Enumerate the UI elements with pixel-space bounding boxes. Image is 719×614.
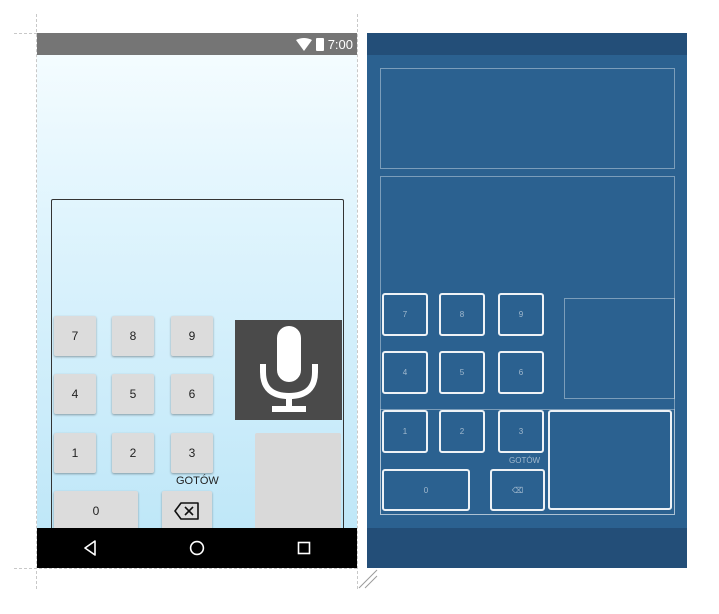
blueprint-ok-label: GOTÓW	[509, 456, 541, 465]
blueprint-status-bar	[367, 33, 687, 55]
resize-handle-icon[interactable]	[357, 568, 379, 590]
blueprint-key-6: 6	[498, 351, 544, 394]
nav-home-button[interactable]	[177, 533, 217, 563]
key-2[interactable]: 2	[112, 433, 154, 473]
backspace-icon	[174, 502, 199, 520]
wifi-icon	[295, 37, 312, 51]
status-clock: 7:00	[327, 36, 353, 52]
blueprint-key-2: 2	[439, 410, 485, 453]
guide-line-right	[357, 14, 358, 589]
blueprint-key-7: 7	[382, 293, 428, 336]
blueprint-key-4: 4	[382, 351, 428, 394]
blueprint-ok-area	[548, 410, 672, 510]
navigation-bar	[37, 528, 357, 568]
key-3[interactable]: 3	[171, 433, 213, 473]
back-triangle-icon	[84, 540, 97, 556]
microphone-icon	[259, 326, 318, 412]
app-screen: 7 8 9 4 5 6 1 2 3 GOTÓW 0	[37, 55, 357, 537]
blueprint-backspace: ⌫	[490, 469, 545, 511]
blueprint-key-3: 3	[498, 410, 544, 453]
blueprint-preview: 7 8 9 4 5 6 1 2 3 GOTÓW 0 ⌫	[367, 33, 687, 568]
nav-recents-button[interactable]	[284, 533, 324, 563]
blueprint-nav-bar	[367, 528, 687, 568]
key-6[interactable]: 6	[171, 374, 213, 414]
recents-square-icon	[297, 541, 310, 555]
key-5[interactable]: 5	[112, 374, 154, 414]
ok-label: GOTÓW	[176, 475, 219, 487]
blueprint-key-5: 5	[439, 351, 485, 394]
blueprint-top-box	[380, 68, 675, 169]
battery-icon	[315, 37, 324, 51]
key-9[interactable]: 9	[171, 316, 213, 356]
design-preview: 7:00 7 8 9 4 5 6 1 2 3 GOTÓW 0	[37, 33, 357, 568]
home-circle-icon	[189, 540, 205, 556]
key-1[interactable]: 1	[54, 433, 96, 473]
blueprint-key-0: 0	[382, 469, 470, 511]
key-8[interactable]: 8	[112, 316, 154, 356]
guide-line-bottom	[14, 568, 357, 569]
key-4[interactable]: 4	[54, 374, 96, 414]
status-bar: 7:00	[37, 33, 357, 55]
voice-input-button[interactable]	[235, 320, 342, 420]
backspace-button[interactable]	[162, 491, 212, 531]
ok-button-area[interactable]	[255, 433, 341, 530]
blueprint-mic-box	[564, 298, 675, 399]
key-0[interactable]: 0	[54, 491, 138, 531]
blueprint-key-1: 1	[382, 410, 428, 453]
key-7[interactable]: 7	[54, 316, 96, 356]
blueprint-key-8: 8	[439, 293, 485, 336]
blueprint-key-9: 9	[498, 293, 544, 336]
nav-back-button[interactable]	[70, 533, 110, 563]
